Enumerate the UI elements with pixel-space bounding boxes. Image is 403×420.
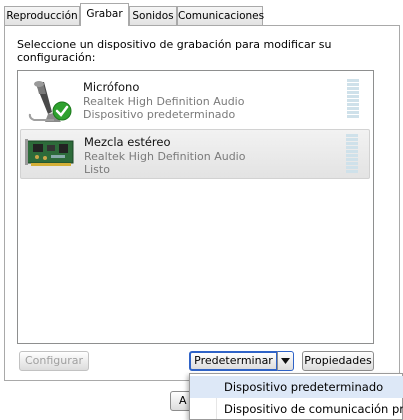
tab-reproduccion[interactable]: Reproducción	[4, 6, 80, 25]
device-driver: Realtek High Definition Audio	[83, 95, 245, 108]
device-status: Listo	[84, 163, 110, 176]
properties-button[interactable]: Propiedades	[302, 351, 374, 371]
tab-grabar[interactable]: Grabar	[80, 3, 129, 26]
menu-item-default-communication-device[interactable]: Dispositivo de comunicación pred	[190, 398, 403, 420]
level-meter	[347, 79, 359, 121]
instruction-text: Seleccione un dispositivo de grabación p…	[17, 38, 332, 64]
list-item-microfono[interactable]: Micrófono Realtek High Definition Audio …	[20, 75, 370, 125]
chevron-down-icon	[281, 358, 290, 364]
list-item-mezcla-estereo[interactable]: Mezcla estéreo Realtek High Definition A…	[20, 129, 370, 179]
set-default-menu: Dispositivo predeterminado Dispositivo d…	[189, 373, 403, 420]
configure-button[interactable]: Configurar	[19, 351, 89, 371]
device-status: Dispositivo predeterminado	[83, 108, 236, 121]
set-default-button[interactable]: Predeterminar	[189, 351, 278, 371]
device-name: Micrófono	[83, 80, 140, 94]
level-meter	[346, 134, 358, 176]
microphone-icon	[24, 78, 74, 124]
sound-card-icon	[25, 136, 77, 172]
device-driver: Realtek High Definition Audio	[84, 150, 246, 163]
device-list[interactable]: Micrófono Realtek High Definition Audio …	[17, 70, 374, 344]
device-name: Mezcla estéreo	[84, 135, 171, 149]
tab-comunicaciones[interactable]: Comunicaciones	[177, 6, 264, 25]
set-default-dropdown-button[interactable]	[277, 351, 294, 371]
tab-sonidos[interactable]: Sonidos	[129, 6, 177, 25]
menu-item-default-device[interactable]: Dispositivo predeterminado	[190, 376, 403, 398]
